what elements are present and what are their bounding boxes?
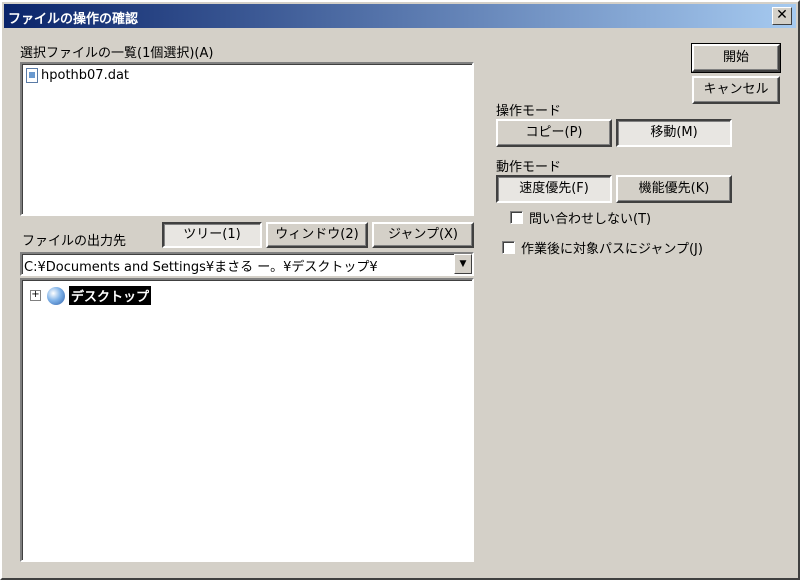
move-button-label: 移動(M) xyxy=(650,125,698,140)
copy-button[interactable]: コピー(P) xyxy=(496,119,612,147)
tab-jump-label: ジャンプ(X) xyxy=(387,227,458,242)
tab-tree[interactable]: ツリー(1) xyxy=(162,222,262,248)
expand-icon[interactable]: + xyxy=(30,290,41,301)
tab-tree-label: ツリー(1) xyxy=(183,227,241,242)
copy-button-label: コピー(P) xyxy=(525,125,583,140)
start-button-label: 開始 xyxy=(722,50,749,65)
jump-after-label: 作業後に対象パスにジャンプ(J) xyxy=(521,242,703,257)
speed-priority-button[interactable]: 速度優先(F) xyxy=(496,175,612,203)
dialog-window: ファイルの操作の確認 ✕ 選択ファイルの一覧(1個選択)(A) hpothb07… xyxy=(0,0,800,580)
tab-window[interactable]: ウィンドウ(2) xyxy=(266,222,368,248)
function-priority-button[interactable]: 機能優先(K) xyxy=(616,175,732,203)
cancel-button[interactable]: キャンセル xyxy=(692,76,780,104)
folder-tree[interactable]: + デスクトップ xyxy=(20,278,474,562)
title-bar[interactable]: ファイルの操作の確認 ✕ xyxy=(4,4,796,28)
cancel-button-label: キャンセル xyxy=(703,82,769,97)
tab-jump[interactable]: ジャンプ(X) xyxy=(372,222,474,248)
window-title: ファイルの操作の確認 xyxy=(8,12,139,27)
close-icon: ✕ xyxy=(776,7,788,23)
move-button[interactable]: 移動(M) xyxy=(616,119,732,147)
tab-window-label: ウィンドウ(2) xyxy=(275,227,359,242)
tree-item-desktop[interactable]: + デスクトップ xyxy=(30,286,152,305)
file-name: hpothb07.dat xyxy=(41,68,130,83)
file-list-label: 選択ファイルの一覧(1個選択)(A) xyxy=(20,46,214,61)
path-value: C:¥Documents and Settings¥まさる ー。¥デスクトップ¥ xyxy=(24,260,378,275)
no-confirm-label: 問い合わせしない(T) xyxy=(529,212,652,227)
start-button[interactable]: 開始 xyxy=(691,43,781,73)
file-icon xyxy=(26,68,38,83)
jump-after-option[interactable]: 作業後に対象パスにジャンプ(J) xyxy=(502,238,703,257)
output-label: ファイルの出力先 xyxy=(22,234,127,249)
list-item[interactable]: hpothb07.dat xyxy=(26,68,129,83)
desktop-icon xyxy=(47,286,65,305)
tree-item-label: デスクトップ xyxy=(69,286,152,305)
path-combobox[interactable]: C:¥Documents and Settings¥まさる ー。¥デスクトップ¥… xyxy=(20,252,474,276)
no-confirm-checkbox[interactable] xyxy=(510,211,523,224)
file-list[interactable]: hpothb07.dat xyxy=(20,62,474,216)
jump-after-checkbox[interactable] xyxy=(502,241,515,254)
function-priority-label: 機能優先(K) xyxy=(638,181,710,196)
speed-priority-label: 速度優先(F) xyxy=(519,181,589,196)
no-confirm-option[interactable]: 問い合わせしない(T) xyxy=(510,208,651,227)
behavior-mode-label: 動作モード xyxy=(496,160,562,175)
operation-mode-label: 操作モード xyxy=(496,104,562,119)
close-button[interactable]: ✕ xyxy=(772,7,792,25)
chevron-down-icon[interactable]: ▼ xyxy=(454,254,472,274)
